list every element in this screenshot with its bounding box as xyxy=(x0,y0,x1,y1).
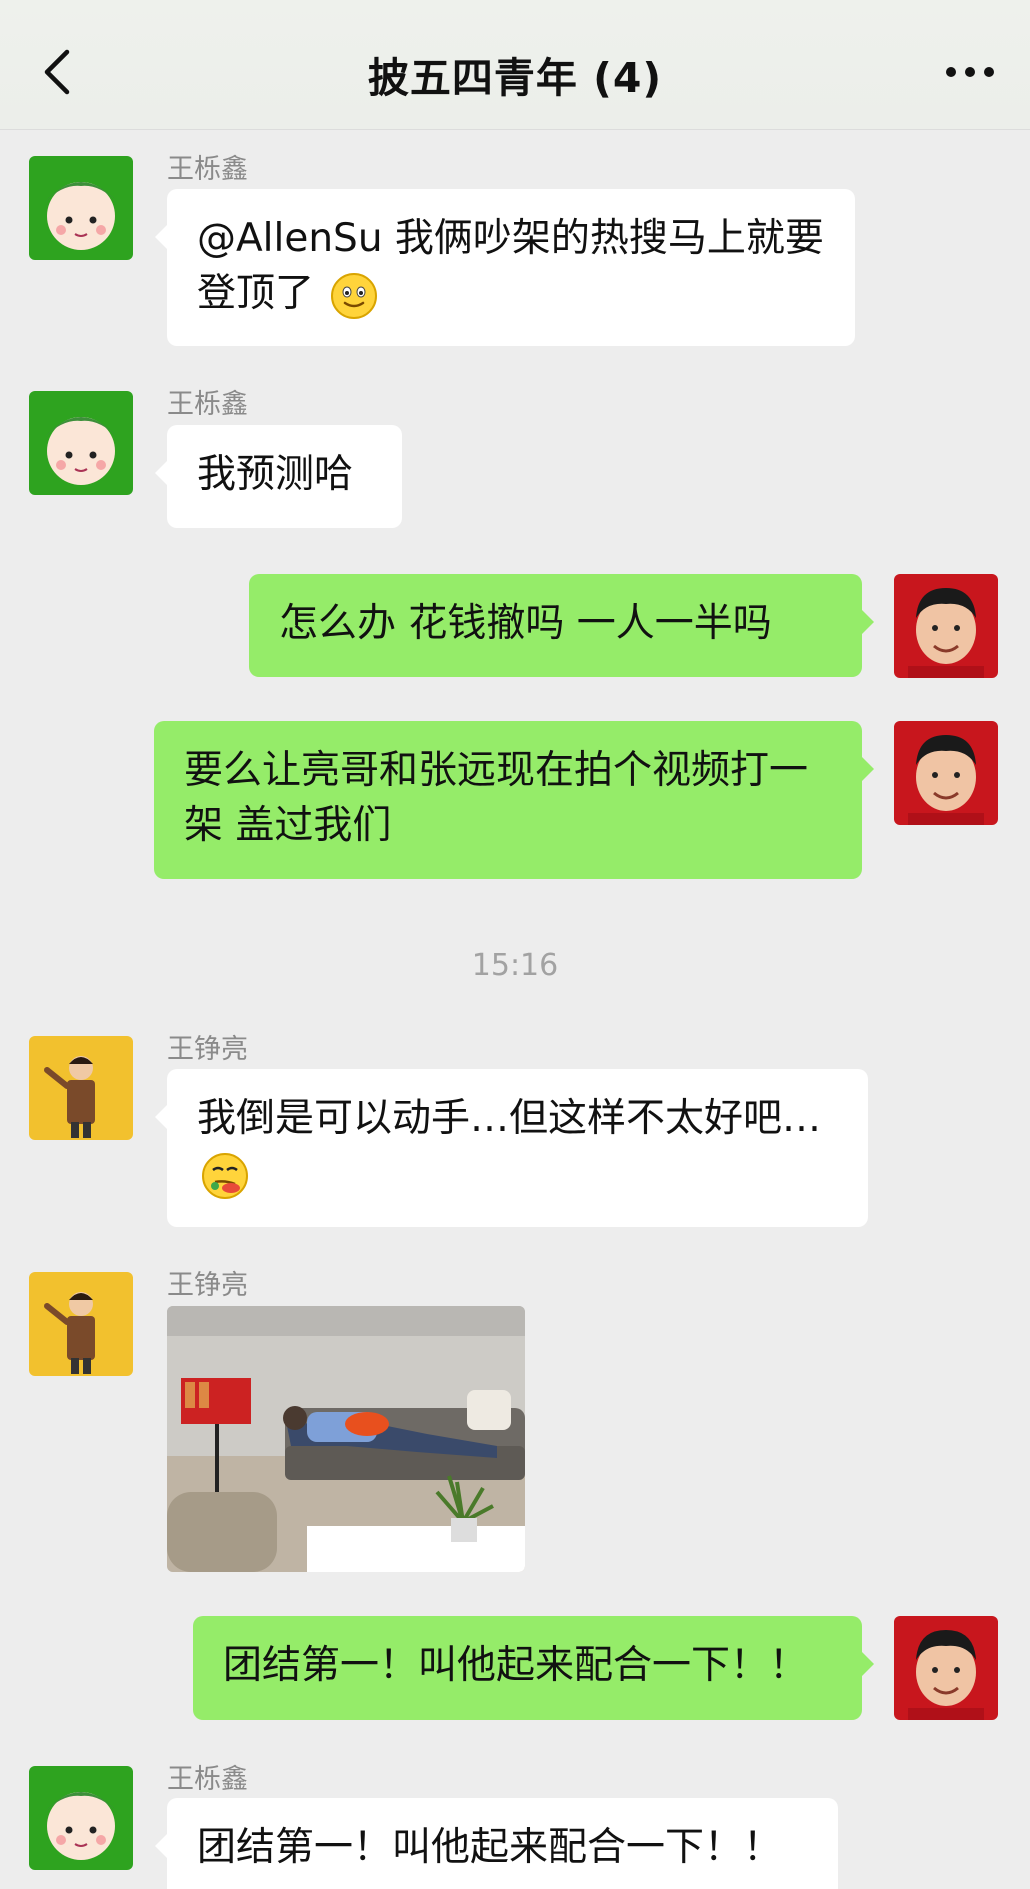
avatar-wang-zhengliang[interactable] xyxy=(29,1272,133,1376)
avatar-wang-lixin[interactable] xyxy=(29,1766,133,1870)
photo-man-sleeping-on-sofa xyxy=(167,1306,525,1572)
timestamp: 15:16 xyxy=(471,948,559,983)
message-bubble-self[interactable]: 团结第一！叫他起来配合一下！！ xyxy=(193,1616,874,1720)
message-bubble-self[interactable]: 怎么办 花钱撤吗 一人一半吗 xyxy=(249,574,874,677)
message-bubble-self[interactable]: 要么让亮哥和张远现在拍个视频打一架 盖过我们 xyxy=(154,721,874,879)
avatar-wang-lixin[interactable] xyxy=(29,391,133,495)
avatar-self[interactable] xyxy=(894,721,998,825)
sender-name: 王栎鑫 xyxy=(167,1764,248,1795)
message-text: 要么让亮哥和张远现在拍个视频打一架 盖过我们 xyxy=(184,748,809,848)
sender-name: 王铮亮 xyxy=(167,1270,248,1301)
avatar-wang-zhengliang[interactable] xyxy=(29,1036,133,1140)
message-bubble[interactable]: 我预测哈 xyxy=(155,425,402,528)
sender-name: 王栎鑫 xyxy=(167,389,248,420)
message-text: 怎么办 花钱撤吗 一人一半吗 xyxy=(279,601,772,646)
chat-title: 披五四青年 (4) xyxy=(367,54,663,102)
message-text: 我预测哈 xyxy=(197,452,354,497)
smile-emoji-icon xyxy=(331,272,378,319)
message-bubble[interactable]: 团结第一！叫他起来配合一下！！ xyxy=(155,1798,838,1889)
more-icon xyxy=(946,67,994,77)
avatar-wang-lixin[interactable] xyxy=(29,156,133,260)
chat-header: 披五四青年 (4) xyxy=(0,0,1030,130)
message-text: @AllenSu 我俩吵架的热搜马上就要登顶了 xyxy=(197,216,824,316)
message-bubble[interactable]: 我倒是可以动手…但这样不太好吧… xyxy=(155,1069,868,1227)
message-bubble[interactable]: @AllenSu 我俩吵架的热搜马上就要登顶了 xyxy=(155,189,855,346)
sender-name: 王栎鑫 xyxy=(167,154,248,185)
message-text: 团结第一！叫他起来配合一下！！ xyxy=(197,1825,783,1870)
message-text: 我倒是可以动手…但这样不太好吧… xyxy=(197,1096,822,1141)
sender-name: 王铮亮 xyxy=(167,1034,248,1065)
avatar-self[interactable] xyxy=(894,574,998,678)
avatar-self[interactable] xyxy=(894,1616,998,1720)
photo-message[interactable] xyxy=(167,1306,525,1572)
message-text: 团结第一！叫他起来配合一下！！ xyxy=(223,1643,809,1688)
more-options-button[interactable] xyxy=(940,52,1000,92)
awkward-emoji-icon xyxy=(202,1152,248,1199)
